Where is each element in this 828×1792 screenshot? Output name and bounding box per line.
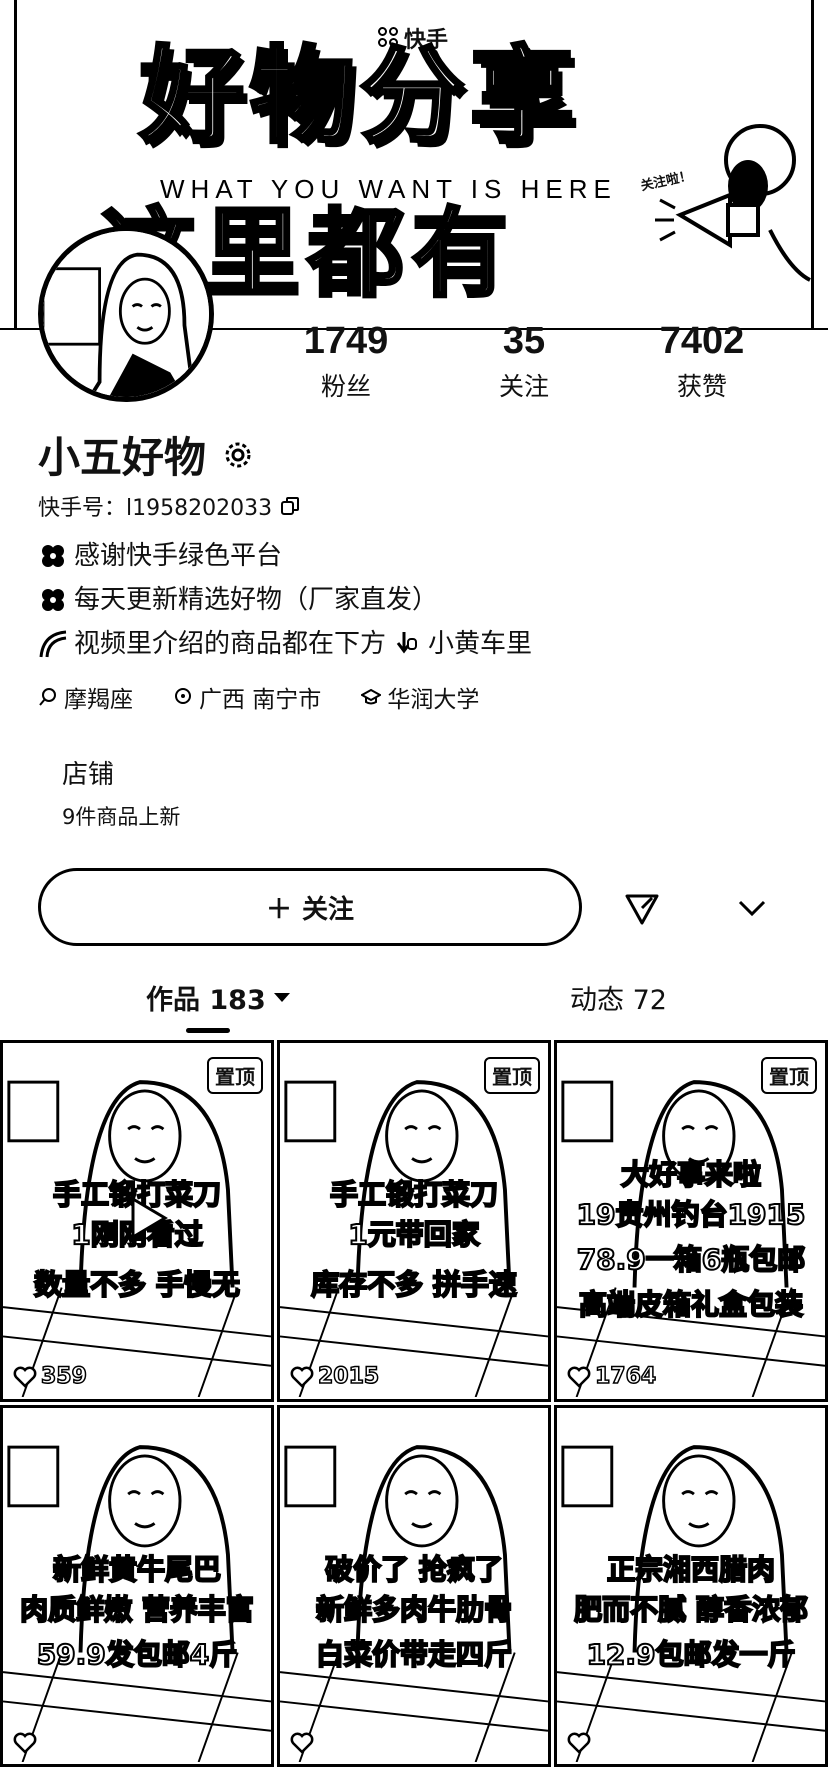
- tag-location: 广西 南宁市: [173, 680, 321, 714]
- bio-text: 感谢快手绿色平台: [74, 541, 283, 571]
- video-caption-line: 手工锻打菜刀: [329, 1177, 499, 1212]
- video-caption-line: 破价了 抢疯了: [324, 1552, 504, 1587]
- profile-tags: 摩羯座 广西 南宁市 华润大学: [38, 680, 479, 714]
- tab-label: 作品 183: [146, 985, 266, 1016]
- video-thumbnail[interactable]: 置顶手工锻打菜刀1刚刚看过数量不多 手慢无 359: [0, 1040, 274, 1402]
- video-thumbnail[interactable]: 破价了 抢疯了 新鲜多肉牛肋骨 白菜价带走四斤: [277, 1405, 551, 1767]
- likes-count: 359: [40, 1363, 87, 1390]
- banner-title: 好物分享: [138, 35, 581, 157]
- video-caption-line: 库存不多 拼手速: [310, 1267, 518, 1302]
- tag-label: 广西 南宁市: [199, 687, 322, 713]
- content-tabs: 作品 183 动态 72: [0, 978, 828, 1030]
- profile-name: 小五好物: [38, 433, 207, 482]
- tab-works[interactable]: 作品 183: [146, 978, 290, 1017]
- bio-line: 感谢快手绿色平台: [38, 534, 532, 578]
- video-caption-line: 肉质鲜嫩 营养丰富: [19, 1592, 255, 1627]
- video-caption-line: 数量不多 手慢无: [33, 1267, 241, 1302]
- tab-label: 动态 72: [570, 985, 667, 1016]
- bio-text: 小黄车里: [428, 629, 533, 659]
- video-caption-line: 新鲜多肉牛肋骨: [315, 1592, 513, 1627]
- stat-value: 1749: [303, 320, 389, 362]
- video-caption-line: 正宗湘西腊肉: [606, 1552, 776, 1587]
- heart-icon: [13, 1366, 37, 1388]
- bio-text: 每天更新精选好物（厂家直发）: [74, 585, 439, 615]
- clover-icon: [42, 545, 64, 567]
- location-pin-icon: [175, 688, 191, 704]
- video-thumbnail[interactable]: 正宗湘西腊肉 肥而不腻 醇香浓郁 12.9包邮发一斤: [554, 1405, 828, 1767]
- tab-moments[interactable]: 动态 72: [570, 978, 667, 1017]
- bio-line: 视频里介绍的商品都在下方 小黄车里: [38, 622, 532, 666]
- likes-count: 1764: [594, 1363, 657, 1390]
- likes-count: 2015: [317, 1363, 380, 1390]
- video-caption-line: 78.9一箱6瓶包邮: [576, 1242, 807, 1277]
- shouting-cartoon-icon: [655, 124, 811, 282]
- shop-title: 店铺: [62, 760, 115, 790]
- heart-icon: [567, 1366, 591, 1388]
- avatar[interactable]: [38, 226, 214, 402]
- stat-followers[interactable]: 1749 粉丝: [256, 320, 436, 403]
- search-zodiac-icon: [39, 688, 56, 706]
- plus-icon: ＋: [265, 894, 292, 925]
- video-likes: 1764: [567, 1363, 657, 1390]
- caret-down-icon: [273, 993, 290, 1002]
- video-likes: [13, 1732, 41, 1754]
- tag-label: 华润大学: [387, 687, 480, 713]
- shop-subtitle: 9件商品上新: [62, 805, 181, 829]
- video-caption-line: 19贵州钓台1915: [576, 1197, 807, 1232]
- settings-gear-icon[interactable]: [222, 439, 254, 471]
- video-caption-line: 新鲜黄牛尾巴: [52, 1552, 222, 1587]
- video-thumbnail[interactable]: 置顶手工锻打菜刀 1元带回家库存不多 拼手速 2015: [277, 1040, 551, 1402]
- heart-icon: [290, 1366, 314, 1388]
- tag-zodiac: 摩羯座: [38, 680, 133, 714]
- pinned-badge: 置顶: [761, 1057, 817, 1094]
- heart-icon: [567, 1732, 591, 1754]
- copy-icon[interactable]: [280, 496, 300, 516]
- chevron-down-icon[interactable]: [732, 888, 772, 928]
- send-message-icon[interactable]: [622, 888, 662, 928]
- video-caption-line: 白菜价带走四斤: [315, 1637, 513, 1672]
- video-caption-line: 大好事来啦: [620, 1157, 762, 1192]
- tab-active-indicator: [186, 1028, 230, 1033]
- video-caption-line: 高端皮箱礼盒包装: [578, 1287, 804, 1322]
- profile-name-row: 小五好物: [38, 424, 254, 485]
- video-likes: 359: [13, 1363, 88, 1390]
- clover-icon: [42, 589, 64, 611]
- video-caption-line: 59.9发包邮4斤: [36, 1637, 239, 1672]
- avatar-portrait-icon: [43, 231, 209, 397]
- video-likes: [567, 1732, 595, 1754]
- video-caption-line: 1元带回家: [347, 1217, 480, 1252]
- stat-likes[interactable]: 7402 获赞: [612, 320, 792, 403]
- heart-icon: [290, 1732, 314, 1754]
- shop-entry[interactable]: 店铺 9件商品上新: [62, 754, 180, 831]
- rainbow-icon: [39, 630, 67, 658]
- video-grid: 置顶手工锻打菜刀1刚刚看过数量不多 手慢无 359 置顶手工锻打菜刀 1元带回家库…: [0, 1040, 828, 1767]
- bio-line: 每天更新精选好物（厂家直发）: [38, 578, 532, 622]
- video-caption-line: 12.9包邮发一斤: [585, 1637, 796, 1672]
- stat-value: 35: [502, 320, 546, 362]
- kuaishou-id-row: 快手号：l1958202033: [38, 490, 300, 522]
- kuaishou-id: 快手号：l1958202033: [38, 496, 273, 521]
- follow-button[interactable]: ＋ 关注: [38, 868, 582, 946]
- bio-text: 视频里介绍的商品都在下方: [74, 629, 387, 659]
- graduation-cap-icon: [361, 688, 382, 705]
- video-thumbnail[interactable]: 新鲜黄牛尾巴 肉质鲜嫩 营养丰富 59.9发包邮4斤: [0, 1405, 274, 1767]
- heart-icon: [13, 1732, 37, 1754]
- play-icon: [131, 1196, 168, 1240]
- profile-bio: 感谢快手绿色平台 每天更新精选好物（厂家直发） 视频里介绍的商品都在下方 小黄车…: [38, 534, 532, 666]
- stat-value: 7402: [659, 320, 745, 362]
- video-likes: [290, 1732, 318, 1754]
- pinned-badge: 置顶: [484, 1057, 540, 1094]
- pointing-down-icon: [396, 632, 418, 654]
- video-thumbnail[interactable]: 置顶大好事来啦 19贵州钓台1915 78.9一箱6瓶包邮 高端皮箱礼盒包装 1764: [554, 1040, 828, 1402]
- pinned-badge: 置顶: [207, 1057, 263, 1094]
- video-likes: 2015: [290, 1363, 380, 1390]
- tag-school: 华润大学: [361, 680, 479, 714]
- video-caption-line: 肥而不腻 醇香浓郁: [573, 1592, 809, 1627]
- follow-label: 关注: [302, 894, 355, 925]
- stat-following[interactable]: 35 关注: [434, 320, 614, 403]
- stat-label: 粉丝: [320, 372, 371, 401]
- stat-label: 获赞: [676, 372, 727, 401]
- stat-label: 关注: [498, 372, 549, 401]
- tag-label: 摩羯座: [64, 687, 133, 713]
